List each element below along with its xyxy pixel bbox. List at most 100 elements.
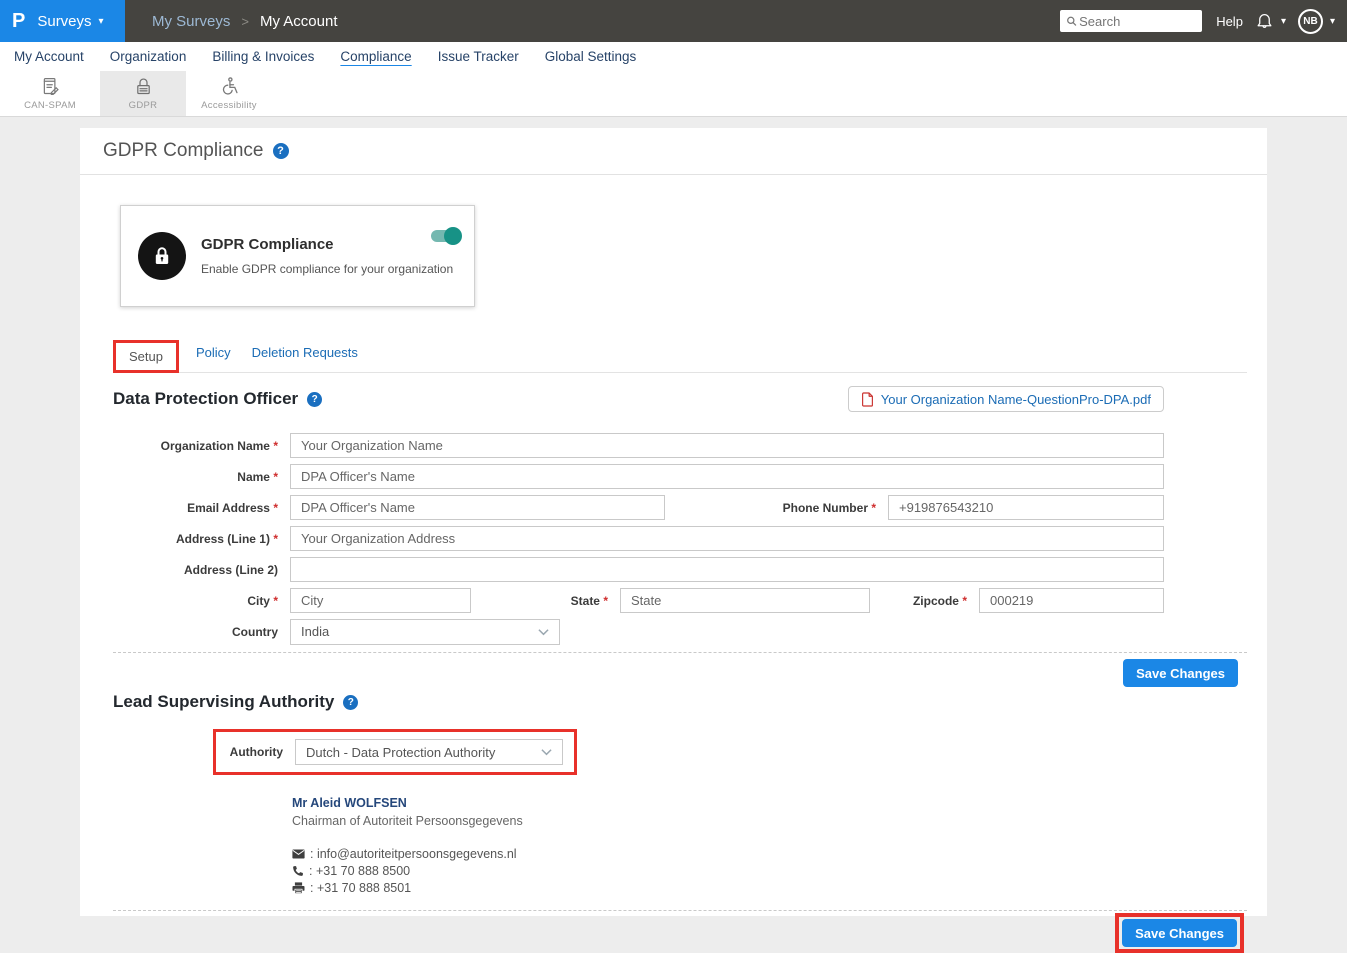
contact-name: Mr Aleid WOLFSEN bbox=[292, 796, 1247, 810]
toggle-knob bbox=[444, 227, 462, 245]
avatar: NB bbox=[1298, 9, 1323, 34]
country-label: Country bbox=[113, 625, 278, 639]
tab-label: GDPR bbox=[129, 100, 158, 111]
bell-icon bbox=[1255, 11, 1274, 31]
contact-phone: : +31 70 888 8500 bbox=[309, 864, 410, 878]
fax-icon bbox=[292, 882, 305, 894]
compliance-icon-tabs: CAN-SPAM GDPR Accessibility bbox=[0, 71, 1347, 117]
help-link[interactable]: Help bbox=[1216, 14, 1243, 29]
card-title: GDPR Compliance bbox=[201, 236, 453, 253]
country-select[interactable]: India bbox=[290, 619, 560, 645]
email-field[interactable] bbox=[290, 495, 665, 520]
authority-select[interactable]: Dutch - Data Protection Authority bbox=[295, 739, 563, 765]
contact-role: Chairman of Autoriteit Persoonsgegevens bbox=[292, 814, 1247, 828]
tab-gdpr[interactable]: GDPR bbox=[100, 71, 186, 116]
organization-name-label: Organization Name bbox=[113, 439, 278, 453]
page-header: GDPR Compliance ? bbox=[80, 128, 1267, 175]
annotation-box-authority: Authority Dutch - Data Protection Author… bbox=[213, 729, 577, 775]
organization-name-field[interactable] bbox=[290, 433, 1164, 458]
card-body: GDPR Compliance Enable GDPR compliance f… bbox=[201, 236, 453, 276]
authority-label: Authority bbox=[227, 745, 283, 759]
nav-issue-tracker[interactable]: Issue Tracker bbox=[438, 49, 519, 64]
content: Setup Policy Deletion Requests Data Prot… bbox=[80, 340, 1267, 953]
contact-email: : info@autoriteitpersoonsgegevens.nl bbox=[310, 847, 517, 861]
search-box[interactable] bbox=[1060, 10, 1202, 32]
page-title: GDPR Compliance bbox=[103, 140, 264, 162]
breadcrumb: My Surveys > My Account bbox=[152, 13, 338, 30]
dpo-form: Organization Name Name Email Address Pho… bbox=[113, 433, 1164, 644]
name-field[interactable] bbox=[290, 464, 1164, 489]
breadcrumb-my-surveys[interactable]: My Surveys bbox=[152, 13, 230, 30]
address-line2-label: Address (Line 2) bbox=[113, 563, 278, 577]
tab-policy[interactable]: Policy bbox=[196, 345, 231, 368]
phone-icon bbox=[292, 865, 304, 877]
accessibility-wheelchair-icon bbox=[219, 76, 240, 97]
account-menu[interactable]: NB ▾ bbox=[1298, 9, 1335, 34]
gdpr-padlock-icon bbox=[133, 76, 154, 97]
divider bbox=[113, 652, 1247, 653]
authority-contact-card: Mr Aleid WOLFSEN Chairman of Autoriteit … bbox=[292, 796, 1247, 895]
gdpr-enable-toggle[interactable] bbox=[431, 230, 460, 242]
lock-icon bbox=[138, 232, 186, 280]
address-line1-label: Address (Line 1) bbox=[113, 532, 278, 546]
name-label: Name bbox=[113, 470, 278, 484]
chevron-down-icon: ▾ bbox=[99, 16, 104, 27]
chevron-down-icon: ▾ bbox=[1330, 16, 1335, 27]
lsa-section-header: Lead Supervising Authority ? bbox=[113, 692, 1247, 712]
nav-my-account[interactable]: My Account bbox=[14, 49, 84, 64]
tab-deletion-requests[interactable]: Deletion Requests bbox=[252, 345, 358, 368]
dpo-section-header: Data Protection Officer ? Your Organizat… bbox=[113, 386, 1247, 412]
dpo-save-row: Save Changes bbox=[113, 659, 1247, 687]
can-spam-document-icon bbox=[40, 76, 61, 97]
topbar-right: Help ▾ NB ▾ bbox=[1060, 9, 1347, 34]
chevron-down-icon: ▾ bbox=[1281, 16, 1286, 27]
breadcrumb-separator-icon: > bbox=[241, 14, 249, 29]
tab-label: CAN-SPAM bbox=[24, 100, 76, 111]
breadcrumb-my-account: My Account bbox=[260, 13, 338, 30]
state-label: State bbox=[488, 594, 608, 608]
dpo-save-button[interactable]: Save Changes bbox=[1123, 659, 1238, 687]
nav-compliance[interactable]: Compliance bbox=[340, 49, 411, 64]
authority-row: Authority Dutch - Data Protection Author… bbox=[113, 729, 1247, 775]
contact-details: : info@autoriteitpersoonsgegevens.nl : +… bbox=[292, 847, 1247, 895]
questionpro-logo: P bbox=[12, 10, 25, 33]
authority-value: Dutch - Data Protection Authority bbox=[306, 745, 495, 760]
nav-organization[interactable]: Organization bbox=[110, 49, 187, 64]
app-menu-label: Surveys bbox=[37, 13, 91, 30]
dpa-pdf-button[interactable]: Your Organization Name-QuestionPro-DPA.p… bbox=[848, 386, 1164, 412]
envelope-icon bbox=[292, 849, 305, 859]
account-nav: My Account Organization Billing & Invoic… bbox=[0, 42, 1347, 71]
address-line2-field[interactable] bbox=[290, 557, 1164, 582]
lsa-save-row: Save Changes bbox=[113, 913, 1247, 953]
nav-global-settings[interactable]: Global Settings bbox=[545, 49, 637, 64]
tab-accessibility[interactable]: Accessibility bbox=[186, 71, 272, 116]
search-input[interactable] bbox=[1077, 13, 1196, 30]
tab-can-spam[interactable]: CAN-SPAM bbox=[0, 71, 100, 116]
help-icon[interactable]: ? bbox=[307, 392, 322, 407]
zipcode-field[interactable] bbox=[979, 588, 1164, 613]
zipcode-label: Zipcode bbox=[887, 594, 967, 608]
top-bar: P Surveys ▾ My Surveys > My Account Help… bbox=[0, 0, 1347, 42]
phone-field[interactable] bbox=[888, 495, 1164, 520]
search-icon bbox=[1066, 15, 1077, 27]
address-line1-field[interactable] bbox=[290, 526, 1164, 551]
city-field[interactable] bbox=[290, 588, 471, 613]
state-field[interactable] bbox=[620, 588, 870, 613]
phone-number-label: Phone Number bbox=[746, 501, 876, 515]
chevron-down-icon bbox=[538, 628, 549, 636]
email-address-label: Email Address bbox=[113, 501, 278, 515]
country-value: India bbox=[301, 624, 329, 639]
gdpr-toggle-card: GDPR Compliance Enable GDPR compliance f… bbox=[120, 205, 475, 307]
dpo-heading: Data Protection Officer bbox=[113, 389, 298, 409]
lsa-heading: Lead Supervising Authority bbox=[113, 692, 334, 712]
chevron-down-icon bbox=[541, 748, 552, 756]
help-icon[interactable]: ? bbox=[343, 695, 358, 710]
tab-label: Accessibility bbox=[201, 100, 257, 111]
gdpr-sub-tabs: Setup Policy Deletion Requests bbox=[113, 340, 1247, 373]
lsa-save-button[interactable]: Save Changes bbox=[1122, 919, 1237, 947]
tab-setup[interactable]: Setup bbox=[113, 340, 179, 373]
app-switcher[interactable]: P Surveys ▾ bbox=[0, 0, 125, 42]
nav-billing-invoices[interactable]: Billing & Invoices bbox=[212, 49, 314, 64]
notifications-button[interactable]: ▾ bbox=[1255, 11, 1286, 31]
help-icon[interactable]: ? bbox=[273, 143, 289, 159]
